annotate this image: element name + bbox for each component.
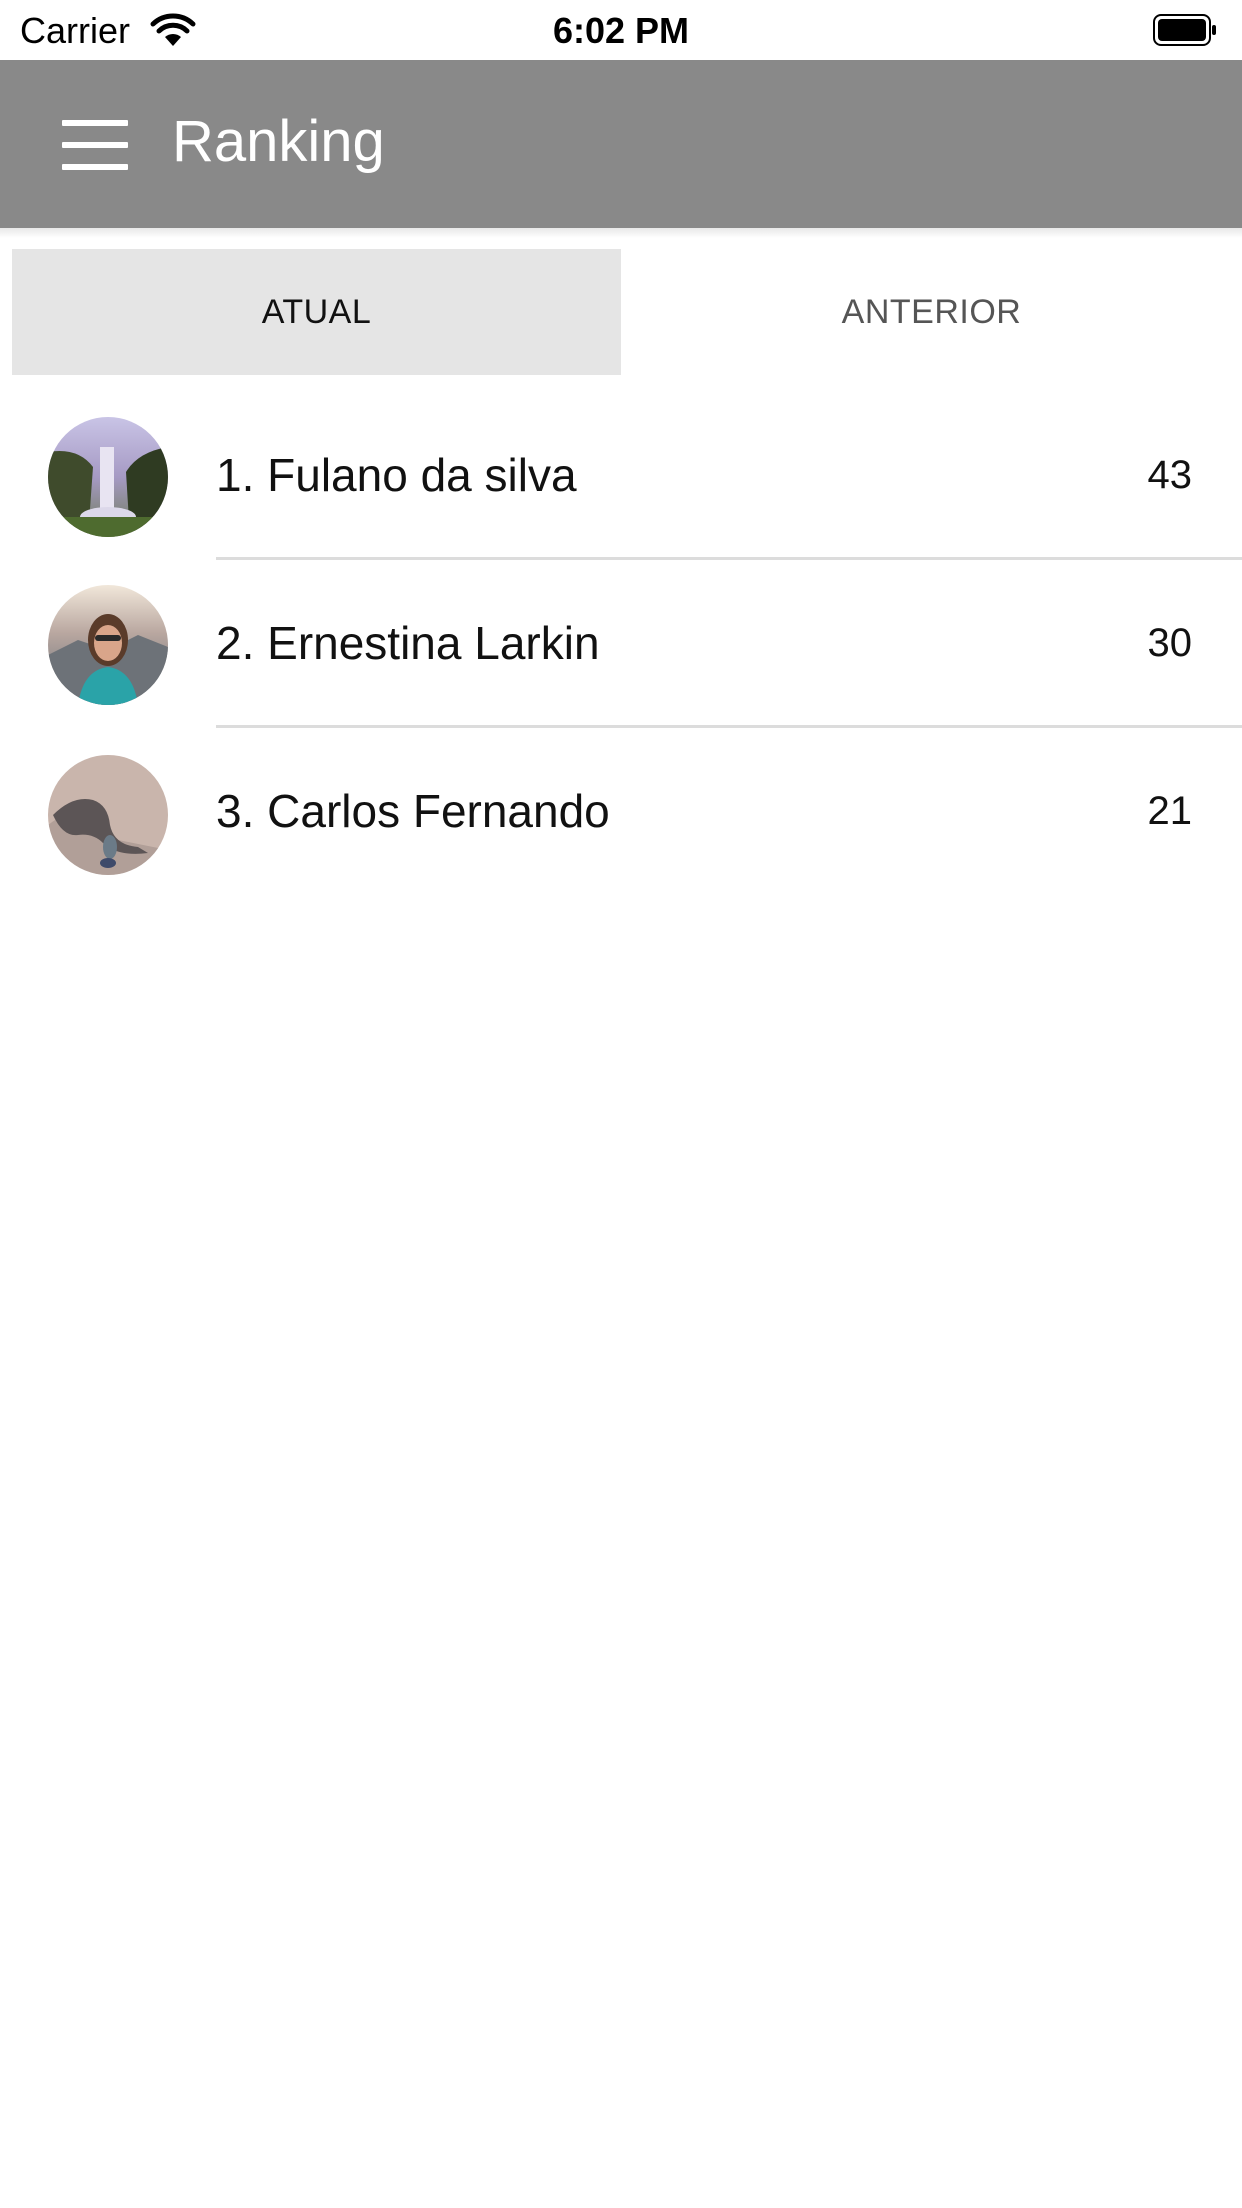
player-score: 21 [1147, 789, 1193, 833]
player-name: 3. Carlos Fernando [216, 785, 610, 837]
tab-bar: ATUAL ANTERIOR [12, 249, 1242, 375]
player-name: 1. Fulano da silva [216, 449, 577, 501]
tab-atual[interactable]: ATUAL [12, 249, 621, 375]
avatar [48, 755, 168, 875]
status-time: 6:02 PM [552, 10, 690, 51]
woman-selfie-photo [48, 585, 168, 705]
page-title: Ranking [172, 109, 385, 174]
list-item[interactable]: 2. Ernestina Larkin 30 [0, 570, 1242, 738]
status-bar: Carrier 6:02 PM [0, 0, 1242, 60]
list-divider [216, 725, 1242, 728]
list-item[interactable]: 1. Fulano da silva 43 [0, 402, 1242, 570]
waterfall-photo [48, 417, 168, 537]
shadow-on-sand-photo [48, 755, 168, 875]
list-divider [216, 557, 1242, 560]
player-score: 43 [1147, 453, 1193, 497]
hamburger-menu-icon[interactable] [60, 120, 132, 170]
avatar [48, 417, 168, 537]
player-score: 30 [1147, 621, 1193, 665]
avatar [48, 585, 168, 705]
battery-icon [1153, 14, 1216, 46]
tab-anterior[interactable]: ANTERIOR [621, 249, 1242, 375]
player-name: 2. Ernestina Larkin [216, 617, 600, 669]
app-bar-shadow [0, 228, 1242, 238]
list-item[interactable]: 3. Carlos Fernando 21 [0, 738, 1242, 906]
